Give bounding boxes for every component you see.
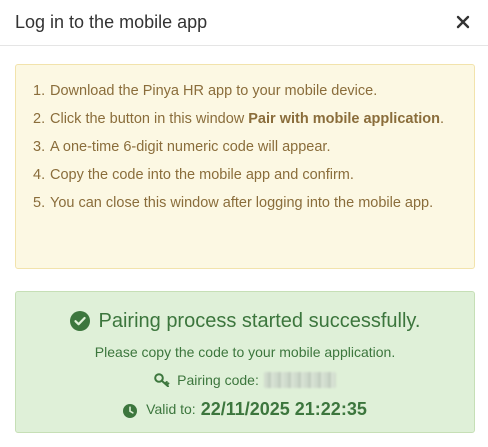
instructions-list: 1. Download the Pinya HR app to your mob… xyxy=(33,82,453,222)
instruction-item: 5. You can close this window after loggi… xyxy=(33,195,434,211)
success-headline: Pairing process started successfully. xyxy=(16,308,474,334)
validity-row: Valid to: 22/11/2025 21:22:35 xyxy=(16,398,474,420)
pairing-success-panel: Pairing process started successfully. Pl… xyxy=(15,291,475,433)
instruction-item: 3. A one-time 6-digit numeric code will … xyxy=(33,139,331,155)
valid-to-label: Valid to: xyxy=(146,401,196,417)
success-subtext: Please copy the code to your mobile appl… xyxy=(94,344,396,360)
instructions-panel: 1. Download the Pinya HR app to your mob… xyxy=(15,64,475,269)
instruction-item: 2. Click the button in this window Pair … xyxy=(33,111,445,127)
pair-button-reference: Pair with mobile application xyxy=(248,111,441,127)
dialog-title: Log in to the mobile app xyxy=(15,12,208,32)
dialog-header: Log in to the mobile app xyxy=(0,0,488,46)
success-headline-text: Pairing process started successfully. xyxy=(98,310,421,332)
instruction-item: 1. Download the Pinya HR app to your mob… xyxy=(33,83,378,99)
instruction-item: 4. Copy the code into the mobile app and… xyxy=(33,167,354,183)
valid-until-value: 22/11/2025 21:22:35 xyxy=(200,399,367,419)
pairing-code-value xyxy=(263,372,336,388)
key-icon xyxy=(154,373,170,388)
check-circle-icon xyxy=(69,311,90,331)
close-icon[interactable] xyxy=(452,11,474,33)
clock-icon xyxy=(123,402,138,418)
pairing-code-label: Pairing code: xyxy=(177,372,259,388)
mobile-login-dialog: Log in to the mobile app 1. Download the… xyxy=(0,0,488,447)
pairing-code-row: Pairing code: xyxy=(16,371,474,389)
